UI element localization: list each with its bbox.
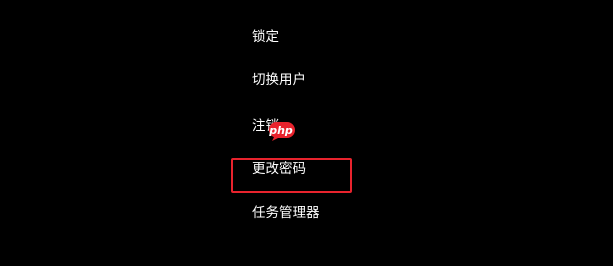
task-manager-option[interactable]: 任务管理器 (252, 204, 320, 222)
ctrl-alt-del-screen: 锁定 切换用户 注销 更改密码 任务管理器 php (0, 0, 613, 266)
lock-option[interactable]: 锁定 (252, 28, 279, 46)
highlight-box (231, 158, 352, 193)
switch-user-option[interactable]: 切换用户 (252, 71, 306, 89)
php-watermark-logo: php (266, 121, 296, 141)
php-watermark-text: php (269, 124, 293, 137)
